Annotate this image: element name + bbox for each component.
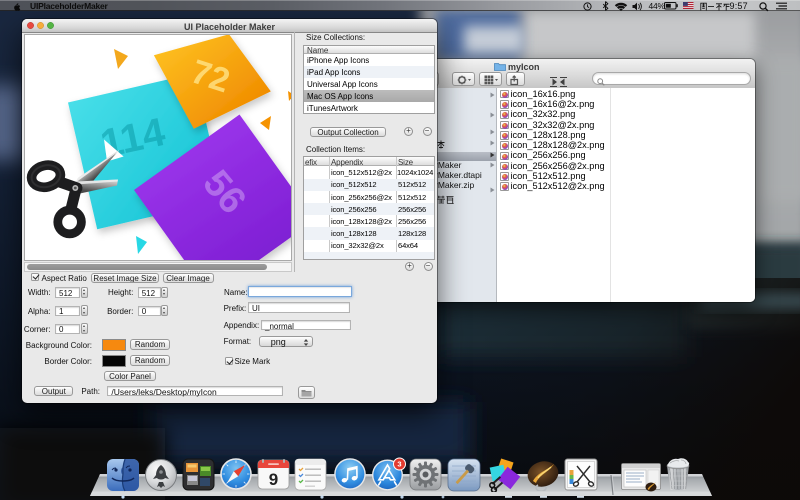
svg-text:9: 9	[268, 470, 277, 489]
svg-text:3: 3	[397, 460, 401, 469]
